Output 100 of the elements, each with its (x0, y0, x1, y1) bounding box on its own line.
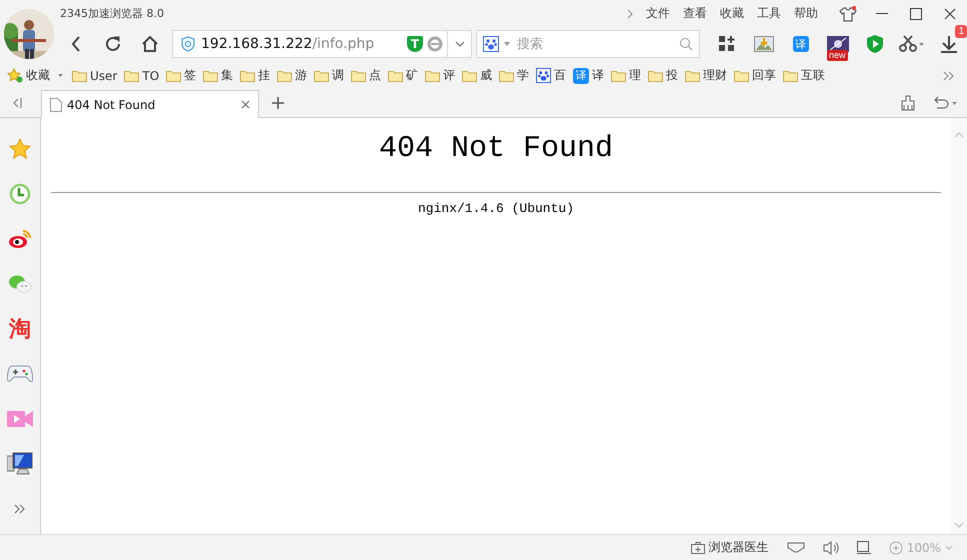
bookmark-item[interactable]: 理财 (685, 67, 728, 84)
bookmark-item[interactable]: 矿 (388, 67, 418, 84)
bookmark-item[interactable]: 评 (425, 67, 456, 84)
bookmark-item[interactable]: 回享 (734, 67, 776, 84)
menu-item[interactable]: 文件 (646, 5, 670, 22)
window-title: 2345加速浏览器 8.0 (60, 6, 165, 21)
apps-icon (718, 35, 736, 53)
bookmark-item[interactable]: 收藏 (7, 67, 65, 84)
address-bar[interactable]: 192.168.31.222/info.php T (172, 30, 448, 58)
toolbar-button[interactable]: new (819, 29, 856, 59)
folder-icon (351, 70, 366, 82)
url-path: /info.php (312, 36, 376, 52)
bookmark-item[interactable]: 译 译 (573, 67, 604, 84)
double-chevron-icon (943, 70, 955, 80)
reload-icon (104, 35, 122, 53)
gamepad-icon (7, 365, 33, 383)
star-icon (9, 138, 31, 160)
shield-icon (181, 36, 195, 52)
double-chevron-icon (14, 504, 26, 514)
download-icon (938, 34, 958, 54)
folder-icon (314, 70, 330, 82)
scrollbar[interactable] (951, 118, 967, 534)
star-icon (7, 68, 23, 83)
bookmark-item[interactable]: 挂 (240, 67, 270, 84)
server-signature: nginx/1.4.6 (Ubuntu) (418, 201, 574, 216)
url-host: 192.168.31.222 (201, 36, 312, 52)
translate-icon: 译 (573, 68, 590, 84)
first-aid-kit-icon (690, 541, 705, 554)
broom-icon (900, 95, 916, 111)
chevron-down-icon (454, 41, 464, 47)
folder-icon (648, 70, 664, 82)
home-icon (140, 35, 158, 53)
eye-icon (8, 229, 32, 249)
close-icon[interactable] (241, 100, 250, 109)
menu-item[interactable]: 工具 (757, 5, 781, 22)
page-heading: 404 Not Found (378, 132, 614, 166)
browser-tab[interactable]: 404 Not Found (41, 90, 259, 118)
bookmark-item[interactable]: 理 (611, 67, 642, 84)
zoom-in-icon (888, 540, 903, 554)
back-icon (70, 36, 80, 52)
folder-icon (734, 70, 750, 82)
t-badge-icon: T (407, 36, 423, 52)
folder-icon (72, 70, 87, 82)
bookmark-item[interactable]: 投 (648, 67, 678, 84)
bookmark-item[interactable]: 威 (462, 67, 492, 84)
bookmark-item[interactable]: 游 (277, 67, 308, 84)
bookmark-item[interactable]: 互联 (783, 67, 826, 84)
folder-icon (166, 70, 182, 82)
chat-icon (8, 274, 32, 294)
bookmark-item[interactable]: TO (124, 68, 160, 82)
bookmark-item[interactable]: 点 (351, 67, 382, 84)
bookmark-item[interactable]: 学 (499, 67, 530, 84)
new-badge: new (827, 50, 848, 61)
image-icon (754, 36, 774, 52)
ie-icon (427, 36, 443, 52)
window-icon (856, 541, 871, 554)
browser-doctor-button[interactable]: 浏览器医生 (690, 539, 769, 556)
menu-item[interactable]: 查看 (683, 5, 707, 22)
shield-icon (866, 34, 884, 54)
folder-icon (611, 70, 626, 82)
caret-icon (504, 42, 510, 46)
folder-icon (462, 70, 478, 82)
undo-icon (932, 96, 958, 110)
speaker-icon (822, 540, 839, 554)
bookmark-item[interactable]: 调 (314, 67, 344, 84)
bookmark-item[interactable]: User (72, 68, 118, 82)
paw-icon (483, 36, 499, 52)
menu-item[interactable]: 收藏 (720, 5, 744, 22)
paw-icon (536, 68, 552, 83)
collapse-icon (12, 97, 22, 109)
video-camera-icon (7, 410, 33, 428)
scroll-up-icon (954, 132, 964, 138)
scroll-down-icon (954, 522, 964, 528)
menu-item[interactable]: 帮助 (794, 5, 818, 22)
plus-icon (272, 97, 284, 109)
bookmark-item[interactable]: 百 (536, 67, 566, 84)
close-icon (944, 8, 956, 20)
chevron-right-icon (626, 8, 634, 20)
folder-icon (203, 70, 218, 82)
translate-icon: 译 (792, 36, 808, 52)
folder-icon (783, 70, 798, 82)
minimize-icon (876, 12, 888, 14)
folder-icon (277, 70, 292, 82)
folder-icon (685, 70, 700, 82)
search-bar[interactable]: 搜索 (476, 30, 700, 58)
maximize-icon (910, 8, 922, 20)
scissors-icon (898, 35, 924, 53)
page-icon (50, 98, 62, 112)
chevron-down-icon (945, 545, 953, 550)
bookmark-item[interactable]: 集 (203, 67, 234, 84)
computer-icon (7, 452, 33, 476)
folder-icon (388, 70, 404, 82)
folder-icon (499, 70, 514, 82)
shirt-icon (839, 6, 857, 22)
folder-icon (124, 70, 140, 82)
count-badge: 1 (955, 25, 967, 38)
clock-icon (9, 183, 31, 205)
folder-icon (425, 70, 440, 82)
bookmark-item[interactable]: 签 (166, 67, 196, 84)
folder-icon (240, 70, 256, 82)
